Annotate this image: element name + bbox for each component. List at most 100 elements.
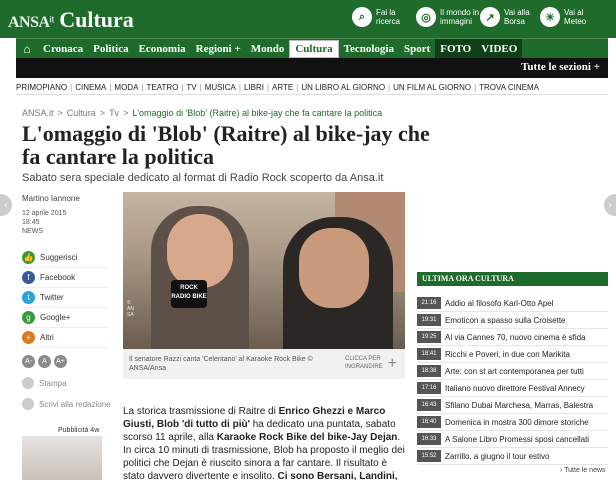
print-button[interactable]: Stampa xyxy=(22,377,67,389)
quick-link-label: Il mondo in immagini xyxy=(440,8,480,26)
article-body: La storica trasmissione di Raitre di Enr… xyxy=(123,405,408,480)
nav-item-cronaca[interactable]: Cronaca xyxy=(38,39,88,59)
ad-image[interactable] xyxy=(22,436,102,480)
section-link[interactable]: MUSICA xyxy=(205,83,236,92)
news-item[interactable]: 18:41 Ricchi e Poveri, in due con Marikit… xyxy=(417,346,608,363)
photo-caption-bar: Il senatore Razzi canta 'Celentano' al K… xyxy=(123,349,405,379)
photo-caption: Il senatore Razzi canta 'Celentano' al K… xyxy=(129,356,313,372)
share-more-button[interactable]: + Altri xyxy=(22,328,108,348)
ansa-cultura-logo[interactable]: ANSAit Cultura xyxy=(8,7,134,33)
ansa-logo-text: ANSA xyxy=(8,14,50,31)
nav-item-mondo[interactable]: Mondo xyxy=(246,39,290,59)
news-time: 18:38 xyxy=(417,365,441,377)
news-time: 16:43 xyxy=(417,399,441,411)
plus-icon: + xyxy=(22,331,35,344)
nav-item-video[interactable]: VIDEO xyxy=(476,38,523,59)
news-item[interactable]: 16:40 Domenica in mostra 300 dimore stori… xyxy=(417,414,608,431)
news-headline: Domenica in mostra 300 dimore storiche xyxy=(445,417,589,427)
print-label: Stampa xyxy=(39,378,67,388)
mail-icon xyxy=(22,398,34,410)
news-item[interactable]: 19:31 Emoticon a spasso sulla Croisette xyxy=(417,312,608,329)
breadcrumb-link[interactable]: Cultura xyxy=(67,108,96,118)
news-headline: Italiano nuovo direttore Festival Annecy xyxy=(445,383,585,393)
news-item[interactable]: 17:16 Italiano nuovo direttore Festival A… xyxy=(417,380,608,397)
top-header: ANSAit Cultura ⌕ Fai la ricerca ◎ Il mon… xyxy=(0,0,616,38)
news-headline: Emoticon a spasso sulla Croisette xyxy=(445,315,566,325)
nav-item-foto[interactable]: FOTO xyxy=(435,38,477,59)
section-link[interactable]: MODA xyxy=(114,83,138,92)
nav-item-economia[interactable]: Economia xyxy=(134,39,191,59)
world-icon: ◎ xyxy=(416,7,436,27)
section-link[interactable]: ARTE xyxy=(272,83,293,92)
breadcrumb-current: L'omaggio di 'Blob' (Raitre) al bike-jay… xyxy=(132,108,383,118)
article-photo[interactable]: ROCK RADIO BIKE © ANSA xyxy=(123,192,405,349)
news-item[interactable]: 19:25 Al via Cannes 70, nuovo cinema è sf… xyxy=(417,329,608,346)
write-editors-button[interactable]: Scrivi alla redazione xyxy=(22,398,111,410)
share-label: Suggerisci xyxy=(40,253,78,262)
breadcrumb-link[interactable]: Tv xyxy=(109,108,119,118)
article-author[interactable]: Martino Iannone xyxy=(22,194,80,203)
nav-item-tecnologia[interactable]: Tecnologia xyxy=(339,39,399,59)
share-suggest-button[interactable]: 👍 Suggerisci xyxy=(22,248,108,268)
news-item[interactable]: 21:16 Addio al filosofo Karl-Otto Apel xyxy=(417,295,608,312)
news-item[interactable]: 18:38 Arte: con st art contemporanea per … xyxy=(417,363,608,380)
breadcrumb-separator: > xyxy=(57,108,63,118)
section-link[interactable]: TV xyxy=(186,83,196,92)
quick-link-world[interactable]: ◎ Il mondo in immagini xyxy=(416,7,482,27)
breadcrumb-link[interactable]: ANSA.it xyxy=(22,108,54,118)
article-category: NEWS xyxy=(22,228,43,235)
section-link[interactable]: TROVA CINEMA xyxy=(479,83,539,92)
write-editors-label: Scrivi alla redazione xyxy=(39,399,111,409)
share-twitter-button[interactable]: t Twitter xyxy=(22,288,108,308)
home-icon[interactable]: ⌂ xyxy=(16,39,38,59)
news-item[interactable]: 16:33 A Salone Libro Promessi sposi cance… xyxy=(417,431,608,448)
share-label: Facebook xyxy=(40,273,76,282)
share-label: Altri xyxy=(40,333,54,342)
latest-news-header: ULTIMA ORA CULTURA xyxy=(417,272,608,286)
nav-item-cultura[interactable]: Cultura xyxy=(289,39,339,58)
nav-item-regioni[interactable]: Regioni + xyxy=(191,39,246,59)
share-label: Twitter xyxy=(40,293,64,302)
google-plus-icon: g xyxy=(22,311,35,324)
sub-nav-bar: Tutte le sezioni + xyxy=(16,58,608,78)
article-meta: 12 aprile 2015 18:45 NEWS xyxy=(22,209,66,236)
section-link[interactable]: PRIMOPIANO xyxy=(16,83,67,92)
news-headline: Arte: con st art contemporanea per tutti xyxy=(445,366,584,376)
share-list: 👍 Suggerisci f Facebook t Twitter g Goog… xyxy=(22,248,108,348)
quick-link-stock[interactable]: ↗ Vai alla Borsa xyxy=(480,7,546,27)
section-link[interactable]: UN LIBRO AL GIORNO xyxy=(301,83,385,92)
quick-link-weather[interactable]: ☀ Vai al Meteo xyxy=(540,7,606,27)
news-time: 18:41 xyxy=(417,348,441,360)
nav-item-sport[interactable]: Sport xyxy=(399,39,435,59)
share-facebook-button[interactable]: f Facebook xyxy=(22,268,108,288)
chart-icon: ↗ xyxy=(480,7,500,27)
section-link[interactable]: UN FILM AL GIORNO xyxy=(393,83,471,92)
news-item[interactable]: 16:43 Sfilano Dubai Marchesa, Marras, Bal… xyxy=(417,397,608,414)
news-headline: A Salone Libro Promessi sposi cancellati xyxy=(445,434,590,444)
photo-face-left xyxy=(167,214,233,288)
section-link[interactable]: LIBRI xyxy=(244,83,264,92)
search-icon: ⌕ xyxy=(352,7,372,27)
font-reset-button[interactable]: A xyxy=(38,355,51,368)
share-label: Google+ xyxy=(40,313,71,322)
nav-item-politica[interactable]: Politica xyxy=(88,39,133,59)
latest-news-list: 21:16 Addio al filosofo Karl-Otto Apel 19:… xyxy=(417,295,608,465)
news-time: 19:25 xyxy=(417,331,441,343)
news-item[interactable]: 15:52 Zarrillo, a giugno il tour estivo xyxy=(417,448,608,465)
ad-label: Pubblicità 4w xyxy=(58,427,100,434)
next-article-arrow[interactable]: › xyxy=(604,194,616,216)
zoom-plus-icon[interactable]: + xyxy=(388,355,397,373)
share-google-plus-button[interactable]: g Google+ xyxy=(22,308,108,328)
section-link[interactable]: TEATRO xyxy=(146,83,178,92)
all-news-link[interactable]: › Tutte le news xyxy=(560,467,606,474)
news-time: 15:52 xyxy=(417,450,441,462)
prev-article-arrow[interactable]: ‹ xyxy=(0,194,12,216)
quick-link-search[interactable]: ⌕ Fai la ricerca xyxy=(352,7,418,27)
weather-icon: ☀ xyxy=(540,7,560,27)
section-link[interactable]: CINEMA xyxy=(75,83,106,92)
article-time: 18:45 xyxy=(22,219,40,226)
font-decrease-button[interactable]: A- xyxy=(22,355,35,368)
font-increase-button[interactable]: A+ xyxy=(54,355,67,368)
photo-credit: © ANSA xyxy=(127,300,134,318)
all-sections-button[interactable]: Tutte le sezioni + xyxy=(521,61,600,73)
